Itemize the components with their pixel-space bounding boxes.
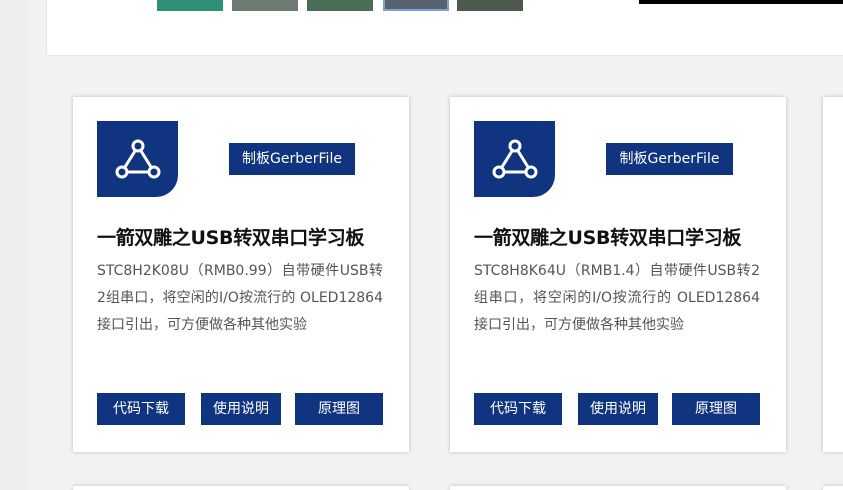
image-gallery-panel [46,0,843,56]
project-card-next-row [73,486,409,490]
gerber-file-button[interactable]: 制板GerberFile [606,143,733,175]
project-card-partial [823,97,843,452]
share-nodes-icon [97,121,178,197]
card-description: STC8H2K08U（RMB0.99）自带硬件USB转2组串口，将空闲的I/O按… [97,263,383,333]
gallery-thumbnail-selected[interactable] [383,0,449,11]
page-left-margin [0,0,27,490]
main-image-frame [639,0,843,4]
project-card: 制板GerberFile 一箭双雕之USB转双串口学习板 STC8H2K08U（… [73,97,409,452]
code-download-button[interactable]: 代码下载 [474,393,562,425]
project-card: 制板GerberFile 一箭双雕之USB转双串口学习板 STC8H8K64U（… [450,97,786,452]
project-card-next-row [450,486,786,490]
gallery-thumbnail[interactable] [157,0,223,11]
user-manual-button[interactable]: 使用说明 [201,393,281,425]
gallery-thumbnail[interactable] [307,0,373,11]
schematic-button[interactable]: 原理图 [672,393,760,425]
schematic-button[interactable]: 原理图 [295,393,383,425]
card-description: STC8H8K64U（RMB1.4）自带硬件USB转2组串口，将空闲的I/O按流… [474,263,760,333]
gallery-thumbnail[interactable] [232,0,298,11]
project-card-next-row [823,486,843,490]
gerber-file-button[interactable]: 制板GerberFile [229,143,355,175]
user-manual-button[interactable]: 使用说明 [578,393,658,425]
card-title: 一箭双雕之USB转双串口学习板 [474,227,742,249]
share-nodes-icon [474,121,555,197]
gallery-thumbnail[interactable] [457,0,523,11]
card-title: 一箭双雕之USB转双串口学习板 [97,227,365,249]
code-download-button[interactable]: 代码下载 [97,393,185,425]
